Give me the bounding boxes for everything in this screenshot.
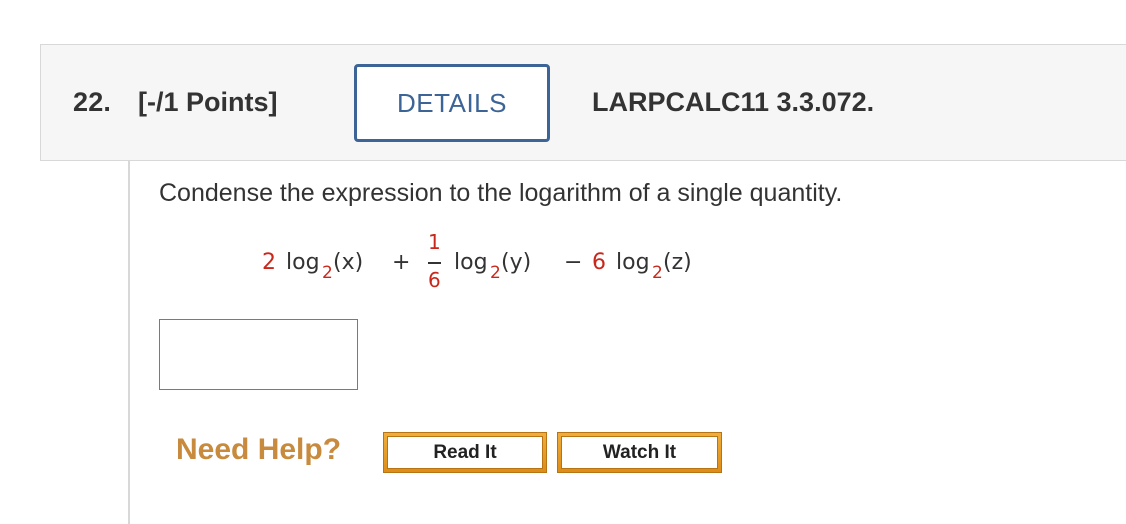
read-it-button[interactable]: Read It [383,432,547,473]
question-header: 22. [-/1 Points] DETAILS LARPCALC11 3.3.… [40,44,1126,161]
content-divider [128,161,130,524]
log-base-3: 2 [652,263,663,283]
answer-input[interactable] [159,319,358,390]
log-base-1: 2 [322,263,333,283]
log-3: log [616,250,650,275]
fraction-denominator: 6 [428,268,441,292]
log-1: log [286,250,320,275]
watch-it-button[interactable]: Watch It [557,432,722,473]
question-points: [-/1 Points] [138,87,278,117]
question-prompt: Condense the expression to the logarithm… [159,179,843,207]
coefficient-1: 2 [262,250,276,275]
minus-sign: − [564,250,583,275]
question-number: 22. [73,87,112,117]
question-code: LARPCALC11 3.3.072. [592,87,875,117]
log-argument-2: (y) [501,250,532,275]
read-it-label: Read It [387,436,543,469]
fraction-bar [428,262,441,264]
log-2: log [454,250,488,275]
watch-it-label: Watch It [561,436,718,469]
log-argument-1: (x) [333,250,364,275]
log-argument-3: (z) [663,250,692,275]
plus-sign: + [392,250,411,275]
need-help-label: Need Help? [176,433,342,466]
details-button[interactable]: DETAILS [354,64,550,142]
log-base-2: 2 [490,263,501,283]
fraction-numerator: 1 [428,230,441,254]
coefficient-3: 6 [592,250,606,275]
